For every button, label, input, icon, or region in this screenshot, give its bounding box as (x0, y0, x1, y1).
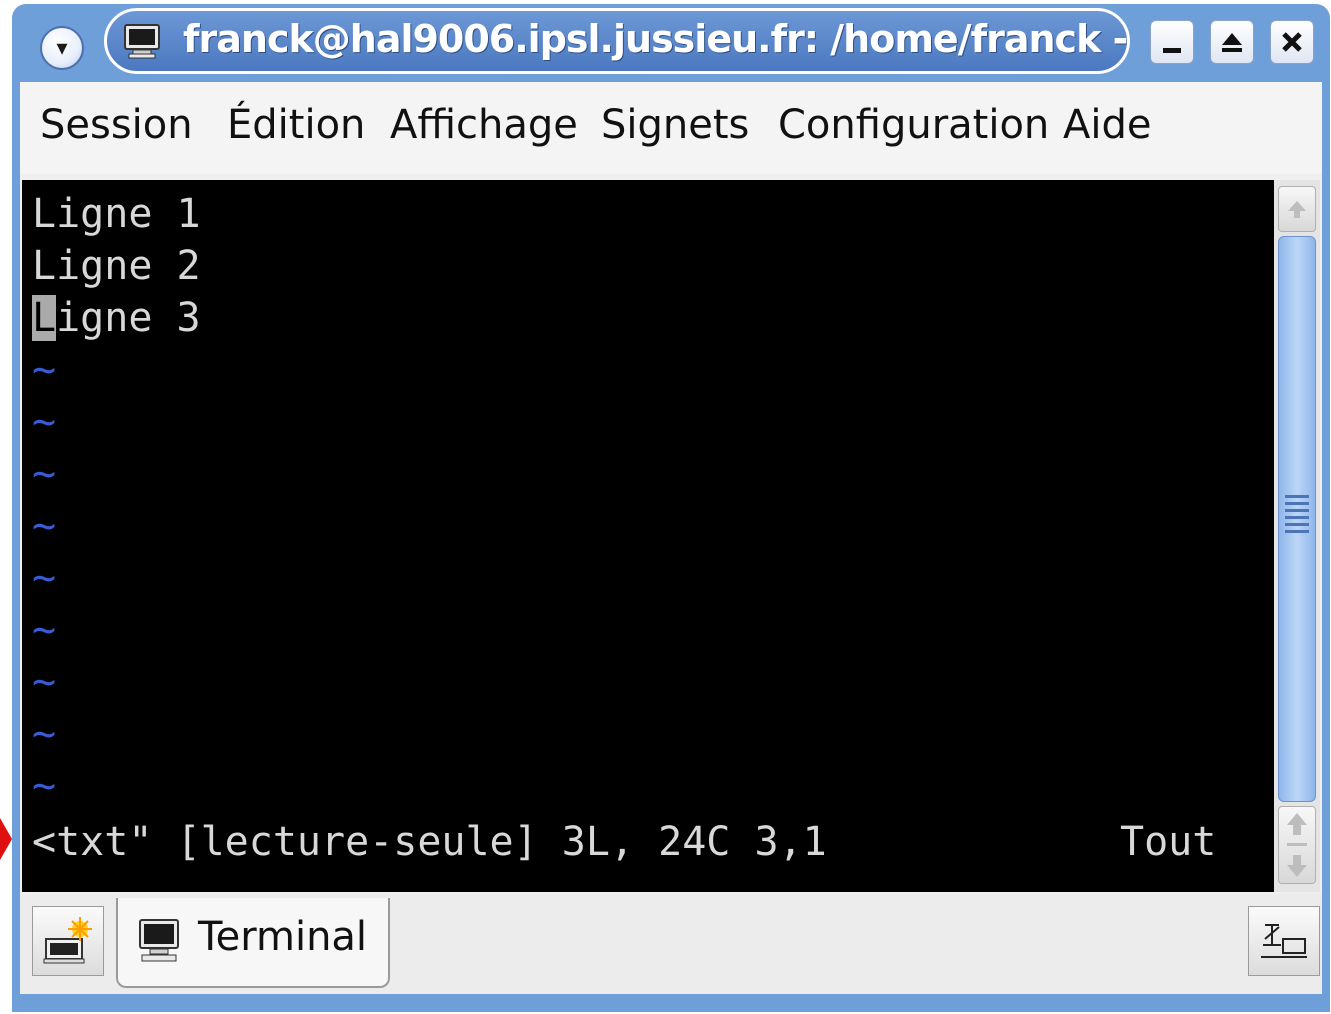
close-icon (1282, 32, 1302, 52)
scroll-down-button[interactable] (1278, 806, 1316, 884)
window-menu-button[interactable]: ▾ (40, 26, 84, 70)
vim-scroll-position: Tout (1120, 819, 1217, 865)
chevron-down-icon: ▾ (56, 36, 68, 61)
tab-label: Terminal (198, 914, 368, 960)
session-tab-bar: Terminal (20, 894, 1322, 994)
empty-line-tilde: ~ (32, 451, 57, 497)
title-bar[interactable]: ▾ franck@hal9006.ipsl.jussieu.fr: /home/… (12, 4, 1330, 82)
empty-line-tilde: ~ (32, 659, 57, 705)
title-pill: franck@hal9006.ipsl.jussieu.fr: /home/fr… (104, 8, 1130, 74)
empty-line-tilde: ~ (32, 503, 57, 549)
new-session-button[interactable] (32, 906, 104, 976)
menu-signets[interactable]: Signets (601, 102, 749, 148)
window-title: franck@hal9006.ipsl.jussieu.fr: /home/fr… (183, 17, 1130, 61)
menu-affichage[interactable]: Affichage (390, 102, 578, 148)
terminal-view[interactable]: Ligne 1 Ligne 2 Ligne 3 ~ ~ ~ ~ ~ ~ ~ ~ … (22, 180, 1274, 892)
menu-configuration[interactable]: Configuration (778, 102, 1049, 148)
menu-session[interactable]: Session (40, 102, 193, 148)
terminal-line-3: Ligne 3 (32, 292, 201, 344)
text-cursor: L (32, 295, 57, 341)
minimize-icon (1163, 48, 1181, 53)
minimize-button[interactable] (1150, 20, 1194, 64)
empty-line-tilde: ~ (32, 347, 57, 393)
new-session-icon (43, 917, 92, 964)
window-frame: Session Édition Affichage Signets Config… (20, 82, 1322, 994)
rename-session-icon (1261, 924, 1307, 958)
arrow-up-down-icon (1287, 813, 1307, 877)
maximize-icon (1222, 33, 1242, 52)
maximize-button[interactable] (1210, 20, 1254, 64)
empty-line-tilde: ~ (32, 555, 57, 601)
grip-icon (1285, 495, 1309, 535)
tab-terminal[interactable]: Terminal (116, 898, 390, 988)
vim-status-line: <txt" [lecture-seule] 3L, 24C 3,1 (32, 819, 827, 865)
menu-edition[interactable]: Édition (227, 102, 365, 148)
red-arrow-marker (0, 818, 12, 860)
empty-line-tilde: ~ (32, 763, 57, 809)
terminal-icon (124, 24, 160, 59)
menu-bar: Session Édition Affichage Signets Config… (20, 82, 1322, 174)
terminal-icon (139, 919, 179, 962)
empty-line-tilde: ~ (32, 711, 57, 757)
scroll-up-button[interactable] (1278, 186, 1316, 232)
empty-line-tilde: ~ (32, 399, 57, 445)
scrollbar-thumb[interactable] (1278, 236, 1316, 802)
terminal-line-1: Ligne 1 (32, 191, 201, 237)
vertical-scrollbar[interactable] (1274, 180, 1320, 892)
close-button[interactable] (1270, 20, 1314, 64)
arrow-up-icon (1288, 201, 1306, 218)
terminal-line-3-rest: igne 3 (56, 295, 201, 341)
empty-line-tilde: ~ (32, 607, 57, 653)
terminal-line-2: Ligne 2 (32, 243, 201, 289)
konsole-window: ▾ franck@hal9006.ipsl.jussieu.fr: /home/… (12, 4, 1330, 1012)
menu-aide[interactable]: Aide (1063, 102, 1151, 148)
rename-session-button[interactable] (1248, 906, 1320, 976)
